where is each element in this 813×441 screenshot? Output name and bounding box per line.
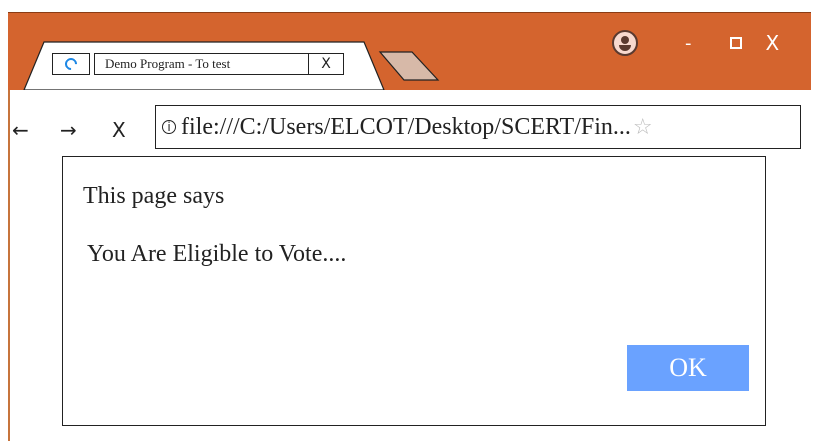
browser-window: Demo Program - To test X - X ← → X i fil… [0, 0, 813, 441]
window-controls: - X [612, 28, 779, 58]
stop-button[interactable]: X [112, 118, 126, 142]
address-bar[interactable]: i file:///C:/Users/ELCOT/Desktop/SCERT/F… [155, 105, 801, 149]
new-tab-button [378, 51, 440, 81]
info-icon[interactable]: i [162, 120, 176, 134]
forward-button[interactable]: → [60, 118, 77, 142]
close-button[interactable]: X [766, 31, 780, 55]
minimize-button[interactable]: - [685, 33, 692, 54]
dialog-message: You Are Eligible to Vote.... [87, 241, 347, 267]
profile-icon[interactable] [612, 30, 638, 56]
tab-title: Demo Program - To test [94, 53, 308, 75]
ok-button[interactable]: OK [627, 345, 749, 391]
active-tab[interactable]: Demo Program - To test X [52, 52, 344, 76]
back-button[interactable]: ← [12, 118, 29, 142]
url-text[interactable]: file:///C:/Users/ELCOT/Desktop/SCERT/Fin… [181, 114, 631, 141]
alert-dialog: This page says You Are Eligible to Vote.… [62, 156, 766, 426]
star-icon[interactable]: ☆ [633, 115, 653, 140]
tab-close-button[interactable]: X [308, 53, 344, 75]
dialog-header: This page says [83, 183, 225, 209]
maximize-button[interactable] [729, 37, 742, 49]
loading-icon [52, 53, 90, 75]
